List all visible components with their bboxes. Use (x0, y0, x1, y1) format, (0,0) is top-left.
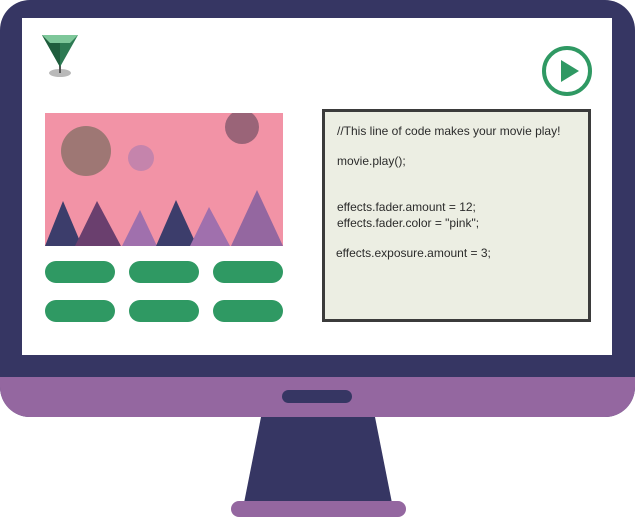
code-line: //This line of code makes your movie pla… (337, 124, 561, 138)
effect-button-3[interactable] (213, 261, 283, 283)
monitor-stand-base (231, 501, 406, 517)
monitor-power-button[interactable] (282, 390, 352, 403)
small-circle (128, 145, 154, 171)
gem-logo-icon (42, 35, 78, 77)
movie-scene-illustration (45, 113, 283, 246)
app-screen: //This line of code makes your movie pla… (22, 18, 612, 355)
effect-button-4[interactable] (45, 300, 115, 322)
sun-circle (61, 126, 111, 176)
effect-button-5[interactable] (129, 300, 199, 322)
effect-button-1[interactable] (45, 261, 115, 283)
movie-preview (45, 113, 283, 246)
code-line: effects.fader.amount = 12; (337, 200, 476, 214)
monitor-frame: //This line of code makes your movie pla… (0, 0, 635, 417)
code-line: movie.play(); (337, 154, 406, 168)
play-icon[interactable] (541, 45, 593, 97)
code-line: effects.fader.color = "pink"; (337, 216, 480, 230)
code-line: effects.exposure.amount = 3; (336, 246, 491, 260)
effect-button-6[interactable] (213, 300, 283, 322)
code-editor[interactable]: //This line of code makes your movie pla… (322, 109, 591, 322)
effect-button-2[interactable] (129, 261, 199, 283)
